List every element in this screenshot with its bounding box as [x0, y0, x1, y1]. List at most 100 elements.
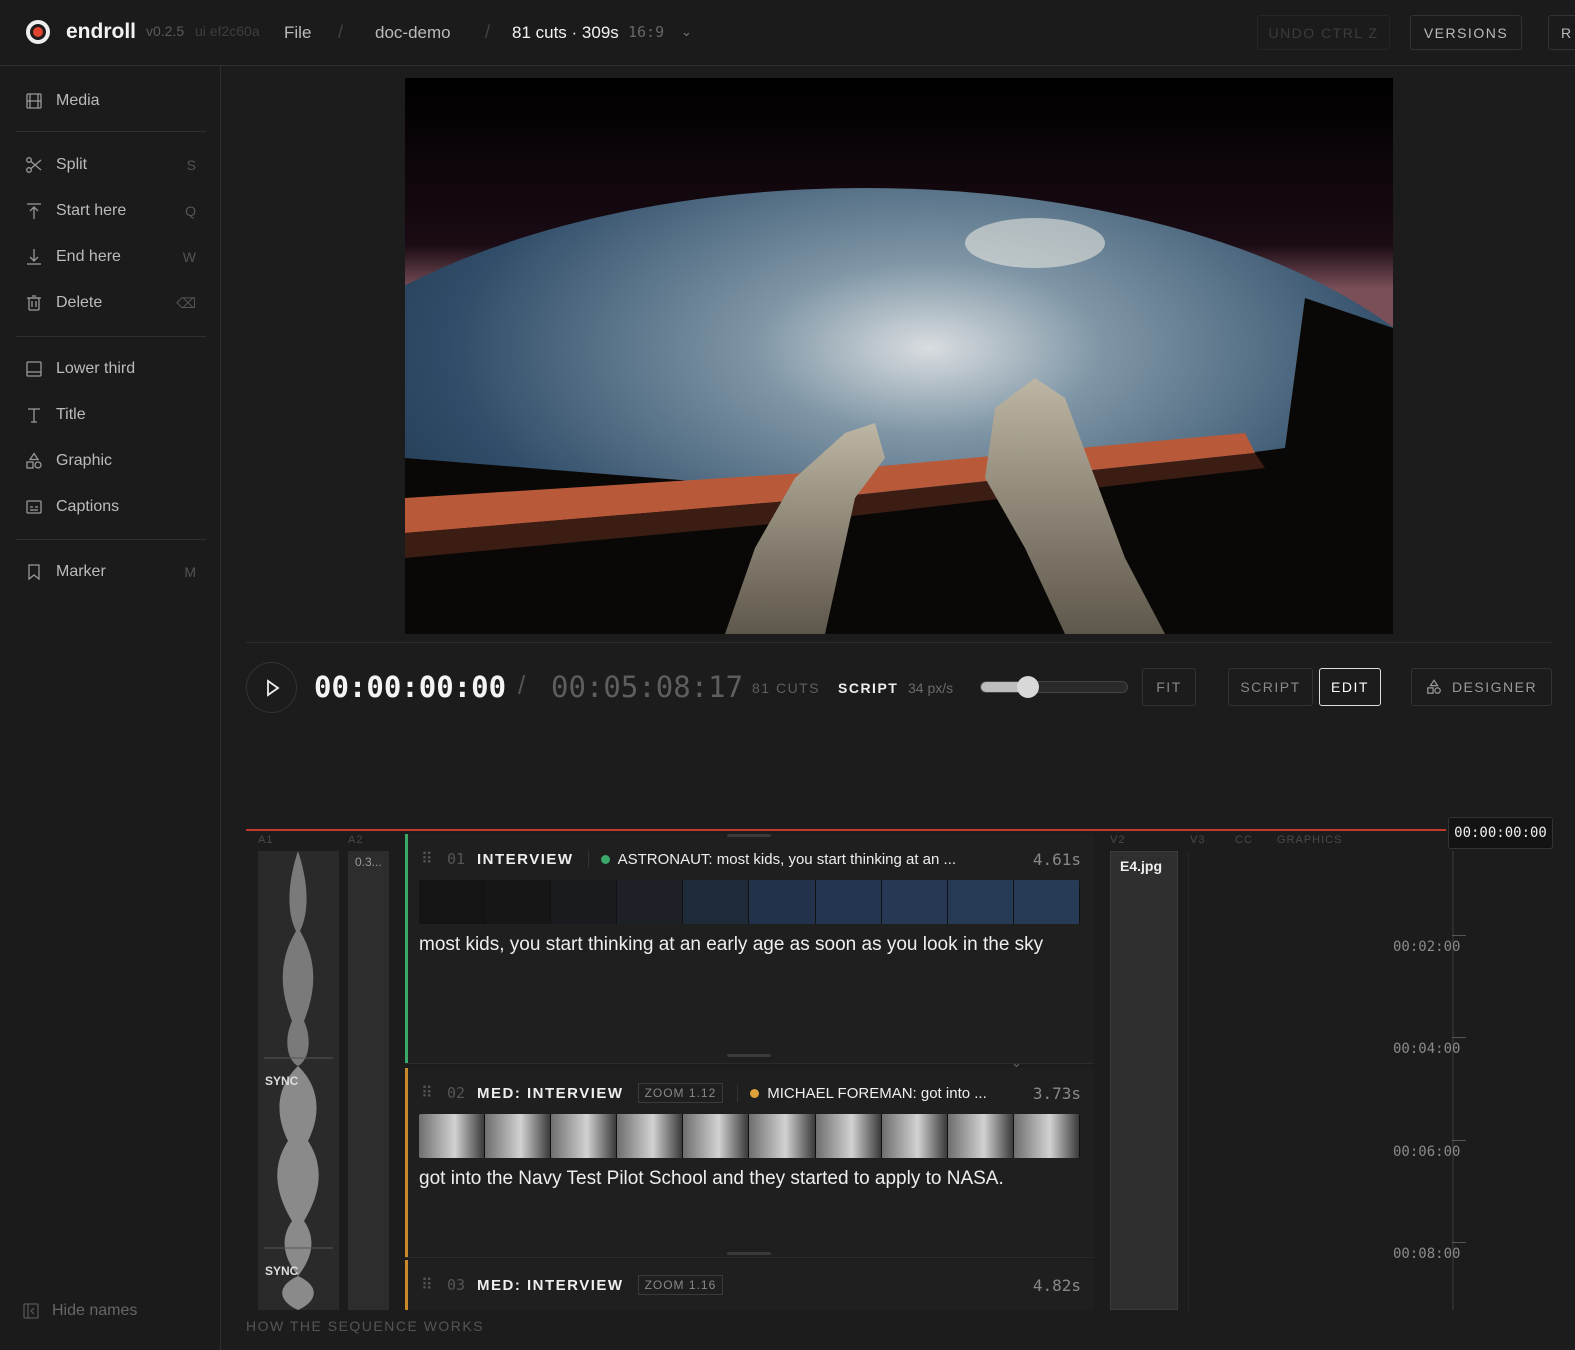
clip-resize-handle[interactable]: [727, 1252, 771, 1255]
ruler-tick: [1452, 1242, 1466, 1243]
timecode-separator: /: [518, 670, 526, 700]
divider: [16, 131, 206, 132]
chevron-down-icon[interactable]: ⌄: [681, 24, 692, 40]
ruler-label: 00:02:00: [1393, 939, 1461, 955]
designer-button[interactable]: DESIGNER: [1411, 668, 1552, 706]
video-preview[interactable]: [405, 78, 1393, 634]
cuts-summary[interactable]: 81 cuts · 309s: [512, 23, 619, 43]
track-label-graphics: GRAPHICS: [1277, 834, 1343, 846]
thumbnail-frame: [551, 1114, 618, 1158]
shortcut-key: Q: [185, 203, 196, 219]
thumbnail-frame: [947, 880, 1014, 924]
clip-number: 02: [447, 1084, 466, 1102]
thumbnail-frame: [1013, 1114, 1080, 1158]
zoom-value: 34 px/s: [908, 680, 954, 696]
shortcut-key: M: [184, 564, 196, 580]
clip-duration: 4.61s: [1032, 849, 1081, 869]
zoom-slider-handle[interactable]: [1016, 676, 1039, 698]
divider: [246, 642, 1553, 643]
fit-button[interactable]: FIT: [1142, 668, 1196, 706]
text-icon: [24, 405, 44, 425]
sidebar-item-label: Lower third: [56, 360, 136, 377]
ruler-label: 00:08:00: [1393, 1246, 1461, 1262]
video-track-v2-clip[interactable]: [1110, 851, 1178, 1310]
sidebar-item-graphic[interactable]: Graphic: [16, 443, 206, 479]
speaker-line: MICHAEL FOREMAN: got into ...: [737, 1084, 1033, 1102]
sidebar-item-split[interactable]: Split S: [16, 147, 206, 183]
top-bar: endroll v0.2.5 ui ef2c60a File / doc-dem…: [0, 0, 1575, 66]
aspect-ratio[interactable]: 16:9: [628, 23, 664, 41]
scissors-icon: [24, 155, 44, 175]
clip-duration: 4.82s: [1032, 1275, 1081, 1295]
thumbnail-frame: [749, 1114, 816, 1158]
r-button[interactable]: R: [1548, 15, 1575, 50]
thumbnail-strip[interactable]: [419, 1114, 1080, 1158]
sidebar-item-delete[interactable]: Delete ⌫: [16, 285, 206, 321]
script-clip[interactable]: ⠿ 01 INTERVIEW ASTRONAUT: most kids, you…: [405, 834, 1094, 1070]
play-button[interactable]: [246, 662, 297, 713]
how-sequence-works-link[interactable]: HOW THE SEQUENCE WORKS: [246, 1318, 484, 1334]
drag-handle-icon[interactable]: ⠿: [421, 1275, 447, 1295]
thumbnail-frame: [551, 880, 618, 924]
clip-resize-handle[interactable]: [727, 834, 771, 837]
script-clip[interactable]: ⠿ 03 MED: INTERVIEW ZOOM 1.16 4.82s: [405, 1260, 1094, 1310]
project-name[interactable]: doc-demo: [375, 23, 451, 43]
zoom-slider[interactable]: [980, 676, 1128, 698]
sidebar-item-marker[interactable]: Marker M: [16, 554, 206, 590]
sidebar-item-captions[interactable]: Captions: [16, 489, 206, 525]
shot-type[interactable]: MED: INTERVIEW: [477, 1085, 624, 1102]
total-timecode: 00:05:08:17: [551, 670, 744, 704]
sidebar-item-label: Delete: [56, 294, 103, 311]
sidebar-item-media[interactable]: Media: [16, 83, 206, 119]
breadcrumb-separator: /: [485, 22, 491, 42]
shot-type[interactable]: MED: INTERVIEW: [477, 1277, 624, 1294]
video-track-v3[interactable]: [1188, 851, 1222, 1310]
script-view-tab[interactable]: SCRIPT: [1228, 668, 1313, 706]
track-label-a1: A1: [258, 834, 274, 846]
ruler-label: 00:04:00: [1393, 1041, 1461, 1057]
thumbnail-strip[interactable]: [419, 880, 1080, 924]
clip-resize-handle[interactable]: [727, 1054, 771, 1057]
thumbnail-frame: [617, 880, 684, 924]
drag-handle-icon[interactable]: ⠿: [421, 849, 447, 869]
earth-from-spacecraft-image: [405, 78, 1393, 634]
sidebar-item-label: Start here: [56, 202, 127, 219]
sync-label: SYNC: [265, 1264, 299, 1278]
file-menu[interactable]: File: [284, 23, 311, 43]
undo-button[interactable]: UNDO CTRL Z: [1257, 15, 1390, 50]
sidebar-item-start-here[interactable]: Start here Q: [16, 193, 206, 229]
sidebar-item-title[interactable]: Title: [16, 397, 206, 433]
zoom-badge: ZOOM 1.12: [637, 1083, 724, 1103]
breadcrumb-separator: /: [338, 22, 344, 42]
clip-number: 03: [447, 1276, 466, 1294]
build-hash: ui ef2c60a: [195, 23, 260, 39]
clip-transcript[interactable]: got into the Navy Test Pilot School and …: [419, 1168, 1004, 1190]
edit-view-tab[interactable]: EDIT: [1319, 668, 1381, 706]
track-label-a2: A2: [348, 834, 364, 846]
ruler-tick: [1452, 935, 1466, 936]
thumbnail-frame: [815, 1114, 882, 1158]
shapes-icon: [1426, 679, 1442, 695]
clip-transcript[interactable]: most kids, you start thinking at an earl…: [419, 934, 1043, 956]
tool-sidebar: Media Split S Start here Q End here W De…: [0, 66, 221, 1350]
speaker-dot: [600, 854, 610, 864]
captions-icon: [24, 497, 44, 517]
playhead-line[interactable]: [246, 829, 1446, 831]
app-name: endroll: [66, 20, 137, 43]
trash-icon: [24, 293, 44, 313]
script-clip[interactable]: ⠿ 02 MED: INTERVIEW ZOOM 1.12 MICHAEL FO…: [405, 1068, 1094, 1266]
sidebar-item-lower-third[interactable]: Lower third: [16, 351, 206, 387]
ruler-tick: [1452, 1037, 1466, 1038]
lower-third-icon: [24, 359, 44, 379]
ruler-label: 00:06:00: [1393, 1144, 1461, 1160]
film-icon: [24, 91, 44, 111]
thumbnail-frame: [485, 880, 552, 924]
drag-handle-icon[interactable]: ⠿: [421, 1083, 447, 1103]
thumbnail-frame: [749, 880, 816, 924]
audio-track-a2[interactable]: [348, 851, 389, 1310]
sidebar-item-end-here[interactable]: End here W: [16, 239, 206, 275]
versions-button[interactable]: VERSIONS: [1410, 15, 1522, 50]
v2-clip-label: E4.jpg: [1120, 858, 1163, 874]
shot-type[interactable]: INTERVIEW: [477, 851, 574, 868]
hide-names-toggle[interactable]: Hide names: [22, 1302, 137, 1320]
